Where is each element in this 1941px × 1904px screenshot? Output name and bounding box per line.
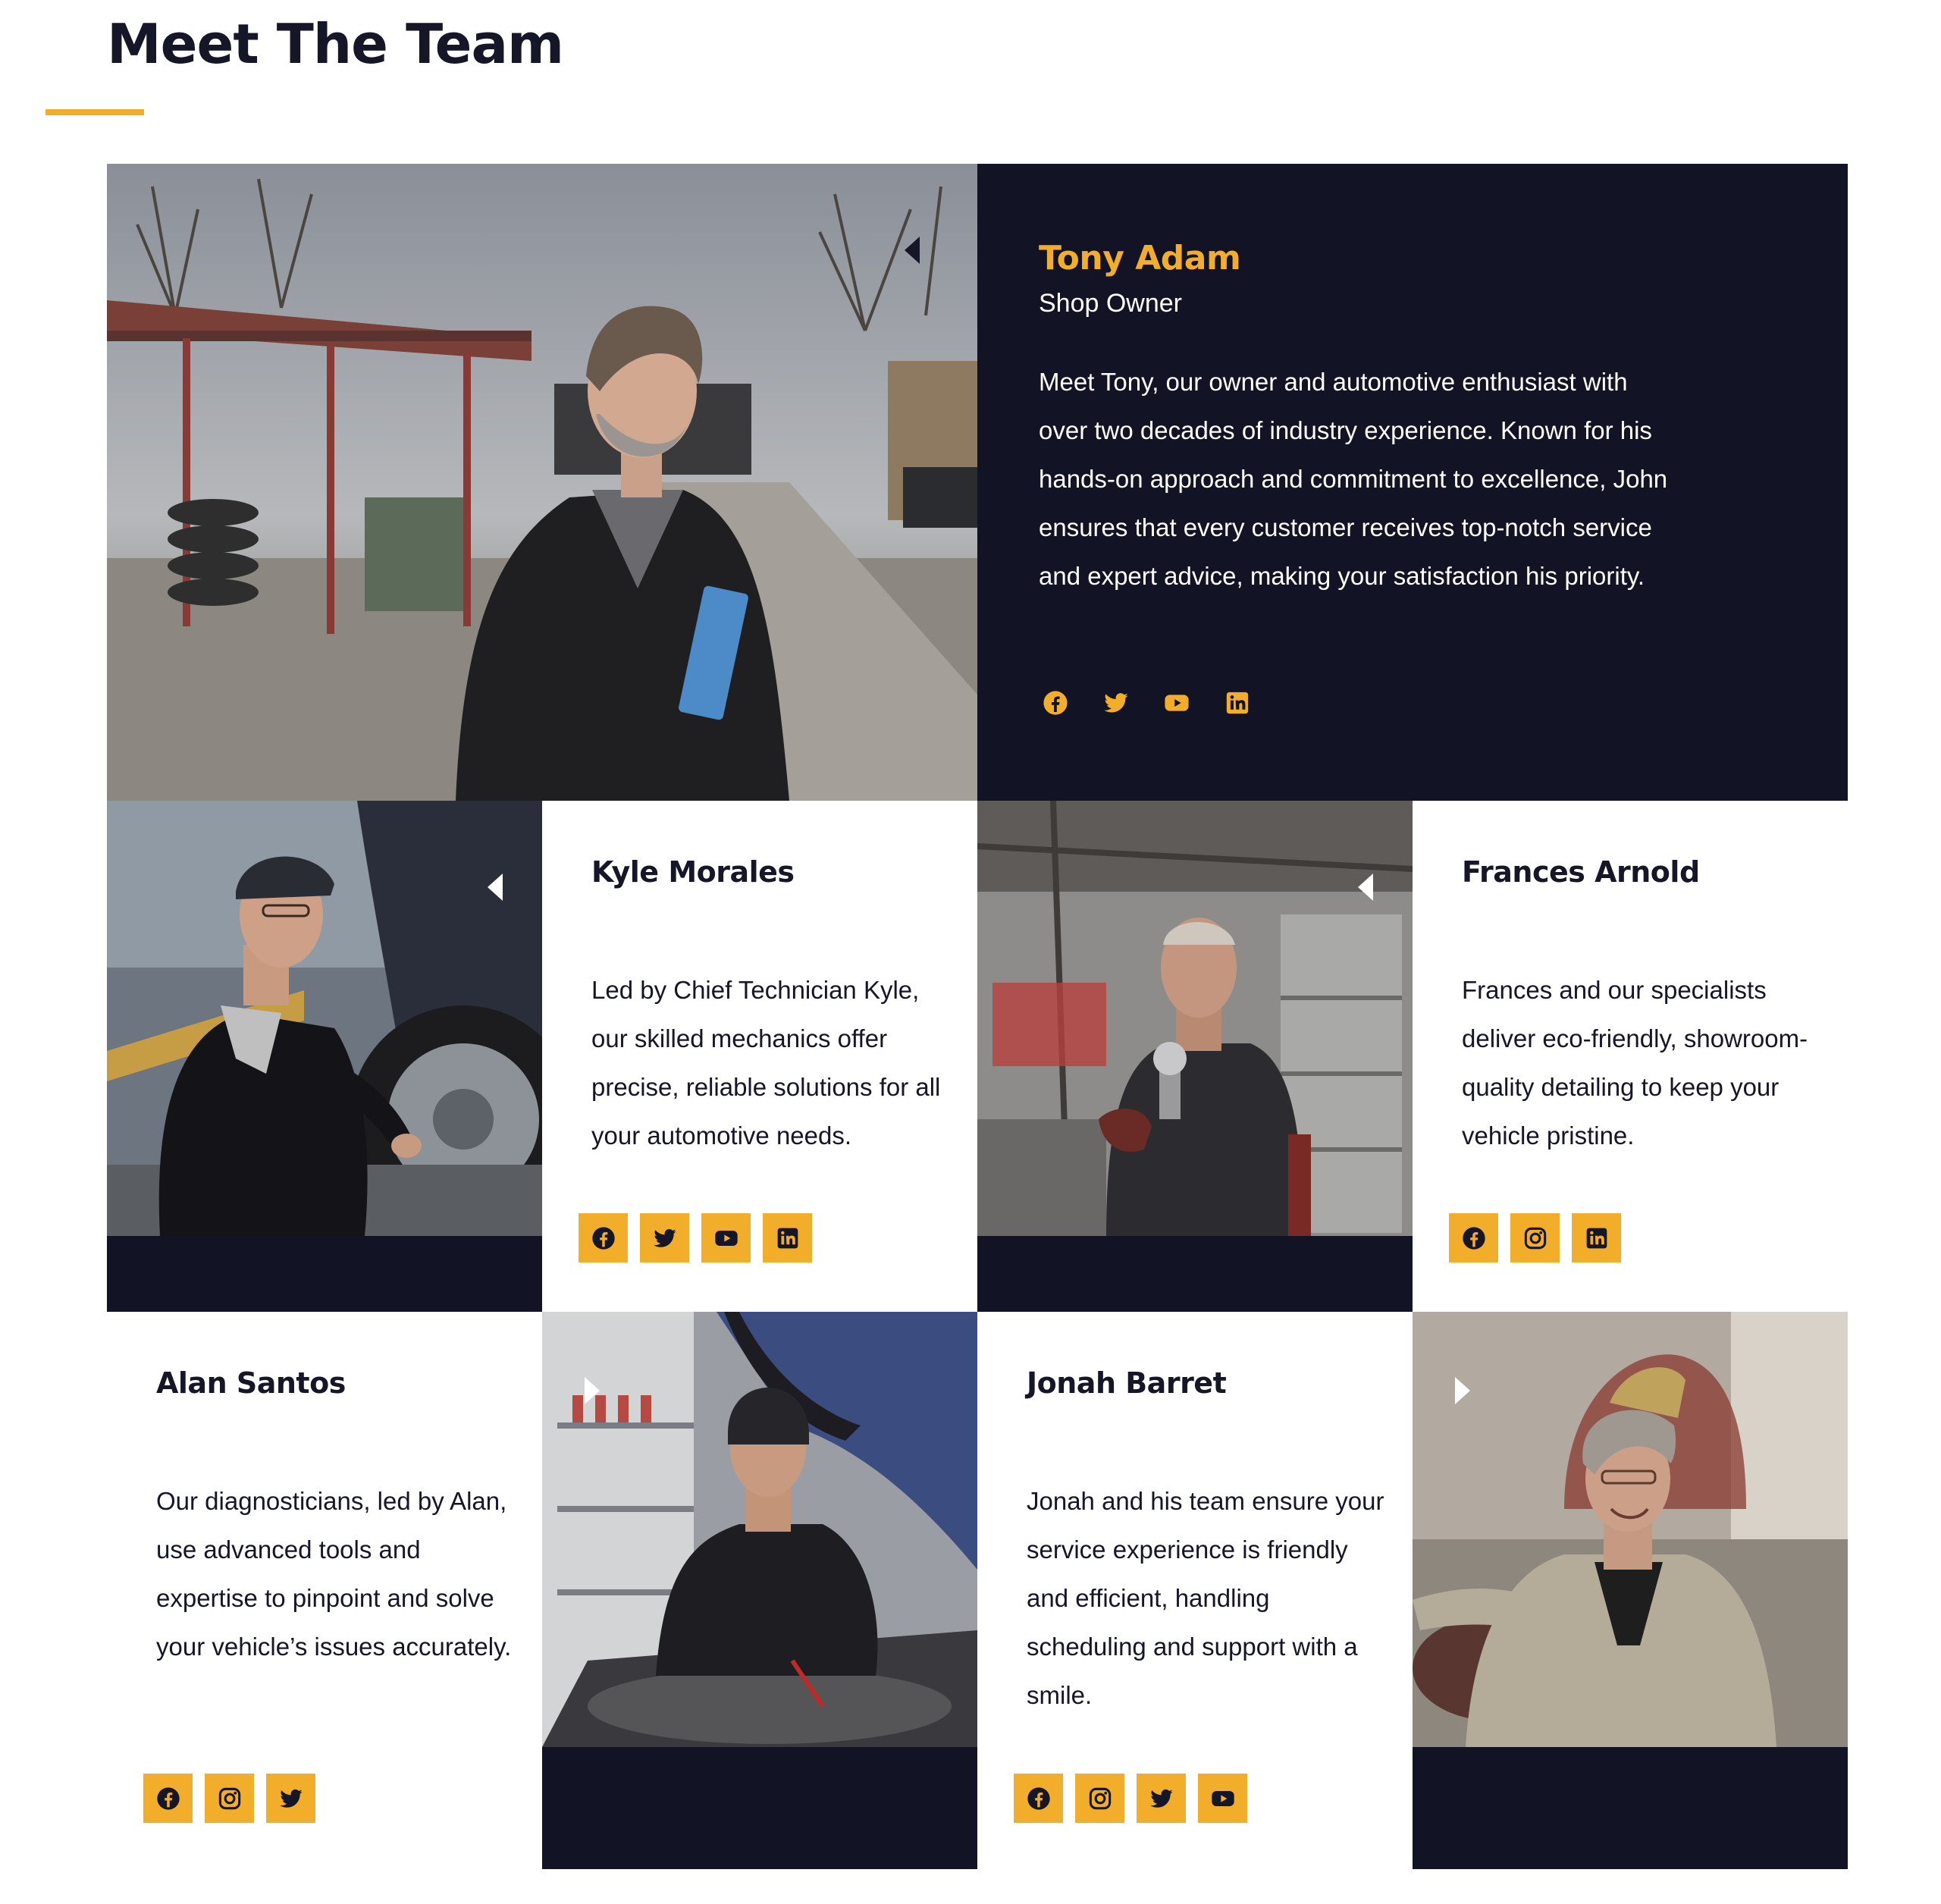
- carousel-next-arrow[interactable]: [1455, 1377, 1470, 1404]
- carousel-prev-arrow[interactable]: [488, 874, 503, 901]
- team-member-photo-tile: [107, 164, 977, 801]
- instagram-icon[interactable]: [205, 1774, 254, 1823]
- team-member-card: Alan Santos Our diagnosticians, led by A…: [107, 1312, 542, 1869]
- facebook-icon[interactable]: [579, 1213, 628, 1263]
- team-member-photo: [107, 801, 542, 1236]
- team-member-card: Frances Arnold Frances and our specialis…: [1413, 801, 1848, 1312]
- youtube-icon[interactable]: [1198, 1774, 1247, 1823]
- team-member-role: Shop Owner: [1039, 289, 1182, 318]
- team-member-photo: [1413, 1312, 1848, 1747]
- team-member-name: Jonah Barret: [1027, 1366, 1227, 1400]
- section-title: Meet The Team: [107, 12, 564, 76]
- team-member-bio: Meet Tony, our owner and automotive enth…: [1039, 368, 1668, 590]
- facebook-icon[interactable]: [143, 1774, 193, 1823]
- carousel-prev-arrow[interactable]: [1358, 874, 1373, 901]
- team-member-name: Kyle Morales: [591, 855, 795, 889]
- carousel-prev-arrow[interactable]: [905, 237, 920, 264]
- social-links: [1014, 1774, 1247, 1823]
- team-member-bio: Led by Chief Technician Kyle, our skille…: [591, 976, 941, 1150]
- twitter-icon[interactable]: [1099, 686, 1133, 720]
- twitter-icon[interactable]: [266, 1774, 315, 1823]
- instagram-icon[interactable]: [1510, 1213, 1560, 1263]
- team-member-photo: [107, 164, 977, 801]
- facebook-icon[interactable]: [1449, 1213, 1498, 1263]
- team-member-bio: Frances and our specialists deliver eco-…: [1462, 976, 1808, 1150]
- instagram-icon[interactable]: [1075, 1774, 1124, 1823]
- team-member-bio: Jonah and his team ensure your service e…: [1027, 1487, 1384, 1709]
- linkedin-icon[interactable]: [1221, 686, 1254, 720]
- team-member-name: Alan Santos: [156, 1366, 346, 1400]
- youtube-icon[interactable]: [1160, 686, 1193, 720]
- team-member-card: Kyle Morales Led by Chief Technician Kyl…: [542, 801, 977, 1312]
- team-member-photo-tile: [977, 801, 1413, 1312]
- title-underline: [45, 109, 144, 115]
- team-member-name: Frances Arnold: [1462, 855, 1700, 889]
- team-member-photo-tile: [1413, 1312, 1848, 1869]
- team-member-photo-tile: [542, 1312, 977, 1869]
- youtube-icon[interactable]: [701, 1213, 751, 1263]
- team-member-card-featured: Tony Adam Shop Owner Meet Tony, our owne…: [977, 164, 1848, 801]
- social-links: [143, 1774, 315, 1823]
- carousel-next-arrow[interactable]: [585, 1377, 600, 1404]
- linkedin-icon[interactable]: [763, 1213, 812, 1263]
- team-member-name: Tony Adam: [1039, 239, 1241, 278]
- team-member-photo: [542, 1312, 977, 1747]
- twitter-icon[interactable]: [1137, 1774, 1186, 1823]
- facebook-icon[interactable]: [1039, 686, 1072, 720]
- social-links: [1449, 1213, 1621, 1263]
- team-member-card: Jonah Barret Jonah and his team ensure y…: [977, 1312, 1413, 1869]
- team-grid: Tony Adam Shop Owner Meet Tony, our owne…: [107, 164, 1848, 1869]
- twitter-icon[interactable]: [640, 1213, 689, 1263]
- team-member-photo: [977, 801, 1413, 1236]
- linkedin-icon[interactable]: [1572, 1213, 1621, 1263]
- social-links: [579, 1213, 812, 1263]
- team-member-bio: Our diagnosticians, led by Alan, use adv…: [156, 1487, 512, 1661]
- social-links: [1039, 686, 1254, 720]
- facebook-icon[interactable]: [1014, 1774, 1063, 1823]
- team-member-photo-tile: [107, 801, 542, 1312]
